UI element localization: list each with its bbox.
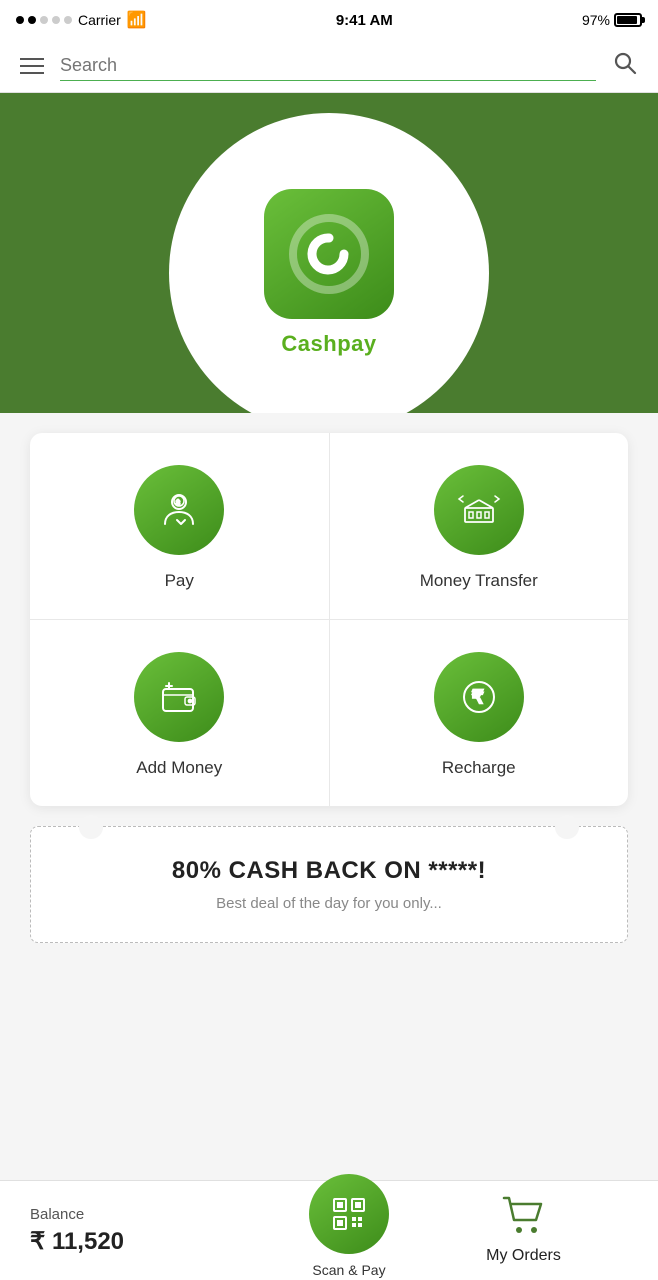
battery-percent: 97% <box>582 12 610 28</box>
services-grid-card: $ Pay Money Tra <box>30 433 628 806</box>
money-transfer-label: Money Transfer <box>420 571 538 591</box>
recharge-icon: ₹ <box>457 675 501 719</box>
hamburger-menu-icon[interactable] <box>20 58 44 74</box>
hero-logo-circle: Cashpay <box>169 113 489 413</box>
status-bar: Carrier 📶 9:41 AM 97% <box>0 0 658 40</box>
pay-icon-circle: $ <box>134 465 224 555</box>
app-name: Cashpay <box>281 331 376 357</box>
battery-icon <box>614 13 642 27</box>
balance-amount: ₹ 11,520 <box>30 1227 259 1256</box>
add-money-button[interactable]: Add Money <box>30 620 329 806</box>
signal-dots <box>16 16 72 24</box>
promo-subtitle: Best deal of the day for you only... <box>51 895 607 912</box>
pay-button[interactable]: $ Pay <box>30 433 329 619</box>
balance-label: Balance <box>30 1206 259 1223</box>
carrier-label: Carrier <box>78 12 121 28</box>
shopping-cart-icon <box>502 1196 546 1234</box>
promo-notch-bottom-left <box>79 815 103 839</box>
signal-dot-5 <box>64 16 72 24</box>
hero-section: Cashpay <box>0 93 658 413</box>
my-orders-button[interactable]: My Orders <box>409 1196 658 1265</box>
signal-dot-1 <box>16 16 24 24</box>
svg-text:$: $ <box>176 500 180 507</box>
add-money-icon <box>157 675 201 719</box>
search-icon[interactable] <box>612 50 638 82</box>
scan-pay-label: Scan & Pay <box>312 1262 385 1278</box>
cart-icon <box>502 1196 546 1243</box>
recharge-label: Recharge <box>442 758 516 778</box>
search-input-wrap[interactable] <box>60 51 596 81</box>
signal-dot-2 <box>28 16 36 24</box>
grid-row-top: $ Pay Money Tra <box>30 433 628 619</box>
bottom-bar: Balance ₹ 11,520 Scan & Pay <box>0 1180 658 1280</box>
scan-pay-button[interactable]: Scan & Pay <box>289 1184 409 1278</box>
balance-section: Balance ₹ 11,520 <box>0 1190 289 1272</box>
promo-notch-bottom-right <box>555 815 579 839</box>
pay-label: Pay <box>165 571 194 591</box>
search-bar <box>0 40 658 93</box>
battery-fill <box>617 16 637 24</box>
qr-circle <box>309 1174 389 1254</box>
add-money-label: Add Money <box>136 758 222 778</box>
signal-dot-4 <box>52 16 60 24</box>
app-logo-box <box>264 189 394 319</box>
search-input[interactable] <box>60 51 596 80</box>
signal-dot-3 <box>40 16 48 24</box>
status-time: 9:41 AM <box>336 12 393 29</box>
qr-icon <box>326 1191 372 1237</box>
pay-icon: $ <box>157 488 201 532</box>
recharge-button[interactable]: ₹ Recharge <box>329 620 629 806</box>
grid-row-bottom: Add Money ₹ Recharge <box>30 619 628 806</box>
money-transfer-icon <box>457 488 501 532</box>
money-transfer-icon-circle <box>434 465 524 555</box>
promo-title: 80% CASH BACK ON *****! <box>51 857 607 885</box>
add-money-icon-circle <box>134 652 224 742</box>
recharge-icon-circle: ₹ <box>434 652 524 742</box>
status-left: Carrier 📶 <box>16 10 147 30</box>
money-transfer-button[interactable]: Money Transfer <box>329 433 629 619</box>
promo-banner[interactable]: 80% CASH BACK ON *****! Best deal of the… <box>30 826 628 943</box>
cashpay-logo-svg <box>289 214 369 294</box>
svg-text:₹: ₹ <box>472 687 484 707</box>
wifi-icon: 📶 <box>127 10 147 30</box>
my-orders-label: My Orders <box>486 1247 561 1265</box>
status-right: 97% <box>582 12 642 28</box>
